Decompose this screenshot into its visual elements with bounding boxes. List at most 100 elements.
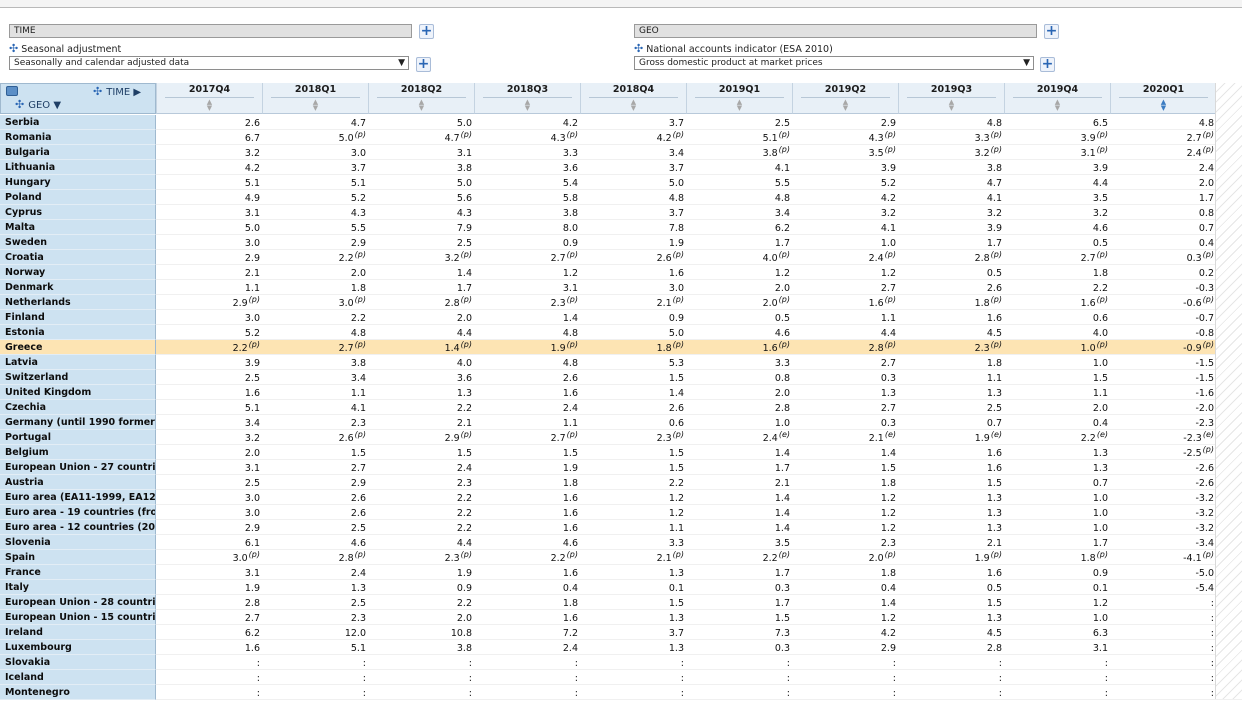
data-cell[interactable]: 1.6 <box>474 610 580 625</box>
data-cell[interactable]: 4.1 <box>792 220 898 235</box>
data-cell[interactable]: 0.4 <box>474 580 580 595</box>
data-cell[interactable]: 2.9 <box>156 250 262 265</box>
data-cell[interactable]: 7.8 <box>580 220 686 235</box>
data-cell[interactable]: 1.1 <box>156 280 262 295</box>
data-cell[interactable]: 0.9 <box>368 580 474 595</box>
data-cell[interactable]: 5.1 <box>262 175 368 190</box>
data-cell[interactable]: 3.2 <box>156 430 262 445</box>
data-cell[interactable]: 1.0 <box>1004 490 1110 505</box>
row-header-geo[interactable]: Euro area (EA11-1999, EA12- <box>0 490 156 505</box>
data-cell[interactable]: 2.2(p) <box>262 250 368 265</box>
data-cell[interactable]: 3.8 <box>262 355 368 370</box>
data-cell[interactable]: 1.0 <box>686 415 792 430</box>
data-cell[interactable]: : <box>792 685 898 700</box>
data-cell[interactable]: 0.3(p) <box>1110 250 1216 265</box>
data-cell[interactable]: 4.8 <box>686 190 792 205</box>
data-cell[interactable]: 1.8 <box>262 280 368 295</box>
data-cell[interactable]: : <box>1110 655 1216 670</box>
data-cell[interactable]: -2.0 <box>1110 400 1216 415</box>
data-cell[interactable]: 1.4 <box>686 520 792 535</box>
data-cell[interactable]: : <box>580 685 686 700</box>
data-cell[interactable]: 1.6 <box>898 460 1004 475</box>
row-header-geo[interactable]: Poland <box>0 190 156 205</box>
data-cell[interactable]: 1.2 <box>580 505 686 520</box>
data-cell[interactable]: 2.3 <box>262 610 368 625</box>
data-cell[interactable]: 0.8 <box>686 370 792 385</box>
data-cell[interactable]: 6.5 <box>1004 115 1110 130</box>
data-cell[interactable]: 4.2 <box>156 160 262 175</box>
data-cell[interactable]: 2.3(p) <box>368 550 474 565</box>
data-cell[interactable]: 3.2(p) <box>368 250 474 265</box>
data-cell[interactable]: 3.0(p) <box>156 550 262 565</box>
column-header[interactable]: 2019Q4 ▲ ▼ <box>1004 83 1110 114</box>
data-cell[interactable]: -2.6 <box>1110 460 1216 475</box>
data-cell[interactable]: 0.9 <box>474 235 580 250</box>
data-cell[interactable]: 2.0 <box>368 310 474 325</box>
data-cell[interactable]: 1.4 <box>792 445 898 460</box>
data-cell[interactable]: 5.1 <box>262 640 368 655</box>
data-cell[interactable]: 10.8 <box>368 625 474 640</box>
data-cell[interactable]: 4.3 <box>368 205 474 220</box>
data-cell[interactable]: 7.9 <box>368 220 474 235</box>
row-header-geo[interactable]: European Union - 28 countrie <box>0 595 156 610</box>
data-cell[interactable]: 2.2 <box>368 490 474 505</box>
data-cell[interactable]: 5.1 <box>156 400 262 415</box>
data-cell[interactable]: 1.7 <box>686 460 792 475</box>
sort-icon[interactable]: ▲ ▼ <box>581 99 686 112</box>
data-cell[interactable]: 2.2 <box>580 475 686 490</box>
data-cell[interactable]: 0.4 <box>1004 415 1110 430</box>
data-cell[interactable]: 3.2(p) <box>898 145 1004 160</box>
data-cell[interactable]: 3.4 <box>580 145 686 160</box>
data-cell[interactable]: 4.5 <box>898 325 1004 340</box>
row-header-geo[interactable]: Cyprus <box>0 205 156 220</box>
data-cell[interactable]: 1.6 <box>156 640 262 655</box>
data-cell[interactable]: 2.6 <box>156 115 262 130</box>
data-cell[interactable]: 0.3 <box>686 580 792 595</box>
data-cell[interactable]: 1.8(p) <box>898 295 1004 310</box>
data-cell[interactable]: 2.0 <box>686 385 792 400</box>
data-cell[interactable]: 1.4 <box>686 445 792 460</box>
data-cell[interactable]: 1.3 <box>898 385 1004 400</box>
column-header[interactable]: 2018Q4 ▲ ▼ <box>580 83 686 114</box>
data-cell[interactable]: 2.7(p) <box>474 430 580 445</box>
column-header[interactable]: 2018Q1 ▲ ▼ <box>262 83 368 114</box>
data-cell[interactable]: 0.8 <box>1110 205 1216 220</box>
data-cell[interactable]: 1.9(p) <box>898 550 1004 565</box>
data-cell[interactable]: 1.6 <box>580 265 686 280</box>
data-cell[interactable]: 4.5 <box>898 625 1004 640</box>
data-cell[interactable]: 4.4 <box>368 325 474 340</box>
data-cell[interactable]: 4.2 <box>792 190 898 205</box>
data-cell[interactable]: 1.1 <box>898 370 1004 385</box>
data-cell[interactable]: 4.8 <box>262 325 368 340</box>
row-header-geo[interactable]: Norway <box>0 265 156 280</box>
data-cell[interactable]: 2.4(p) <box>1110 145 1216 160</box>
row-header-geo[interactable]: Lithuania <box>0 160 156 175</box>
data-cell[interactable]: 1.9 <box>156 580 262 595</box>
sort-icon[interactable]: ▲ ▼ <box>263 99 368 112</box>
data-cell[interactable]: : <box>368 655 474 670</box>
data-cell[interactable]: 2.7 <box>792 355 898 370</box>
data-cell[interactable]: 3.9 <box>898 220 1004 235</box>
sort-icon[interactable]: ▲ ▼ <box>1005 99 1110 112</box>
data-cell[interactable]: 2.5 <box>262 520 368 535</box>
time-axis-label[interactable]: ✣ TIME ▶ <box>93 85 141 98</box>
data-cell[interactable]: 1.4 <box>686 505 792 520</box>
sort-icon[interactable]: ▲ ▼ <box>899 99 1004 112</box>
data-cell[interactable]: 1.3 <box>1004 460 1110 475</box>
data-cell[interactable]: 5.4 <box>474 175 580 190</box>
data-cell[interactable]: 1.6(p) <box>686 340 792 355</box>
data-cell[interactable]: 1.2 <box>686 265 792 280</box>
data-cell[interactable]: 2.1 <box>156 265 262 280</box>
data-cell[interactable]: : <box>368 685 474 700</box>
data-cell[interactable]: : <box>1110 610 1216 625</box>
data-cell[interactable]: 2.7(p) <box>1110 130 1216 145</box>
data-cell[interactable]: -2.3(e) <box>1110 430 1216 445</box>
data-cell[interactable]: 1.3 <box>898 610 1004 625</box>
data-cell[interactable]: 5.8 <box>474 190 580 205</box>
data-cell[interactable]: 1.3 <box>898 505 1004 520</box>
move-icon[interactable]: ✣ <box>9 42 18 55</box>
data-cell[interactable]: 5.1 <box>156 175 262 190</box>
data-cell[interactable]: 1.9 <box>474 460 580 475</box>
data-cell[interactable]: 3.2 <box>156 145 262 160</box>
data-cell[interactable]: 4.3(p) <box>792 130 898 145</box>
